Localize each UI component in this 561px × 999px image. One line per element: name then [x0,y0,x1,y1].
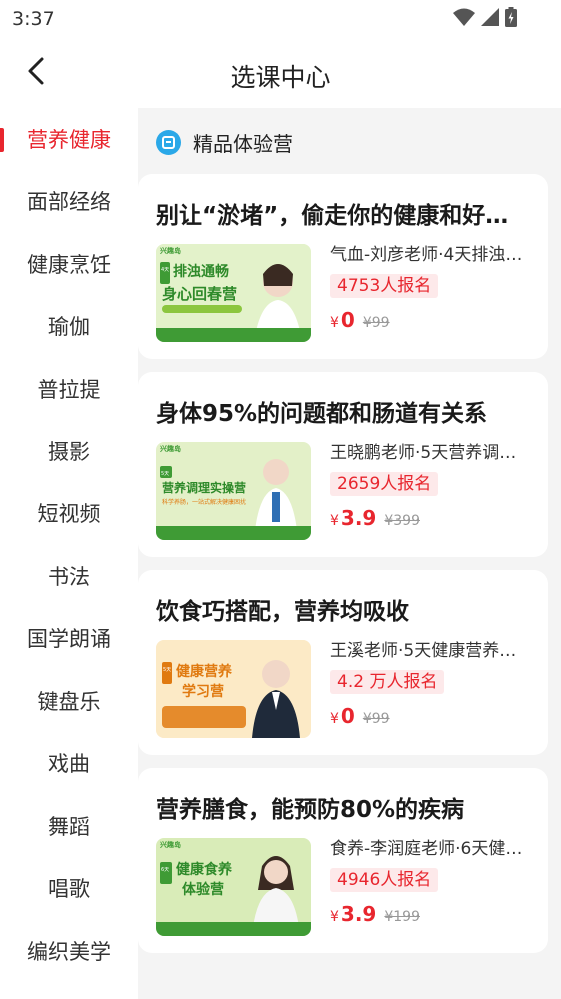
thumb-line2: 学习营 [182,683,224,700]
course-thumbnail: 5天 健康营养 学习营 [156,640,311,738]
wifi-icon [453,7,475,31]
enroll-count-badge: 4946人报名 [330,868,439,892]
category-sidebar: 营养健康 面部经络 健康烹饪 瑜伽 普拉提 摄影 短视频 书法 国学朗诵 键盘乐… [0,108,138,999]
price-row: ¥ 0 ¥99 [330,704,532,728]
currency-symbol: ¥ [330,711,339,727]
enroll-count-badge: 2659人报名 [330,472,439,496]
thumb-badge: 6天 [161,867,169,873]
sidebar-item-singing[interactable]: 唱歌 [0,857,138,919]
sidebar-item-label: 书法 [48,565,90,589]
current-price: 3.9 [340,902,377,926]
sidebar-item-opera[interactable]: 戏曲 [0,732,138,794]
thumb-line1: 营养调理实操营 [162,480,246,495]
card-title: 身体95%的问题都和肠道有关系 [156,401,488,427]
original-price: ¥99 [362,315,390,331]
course-info: 王晓鹏老师·5天营养调理实操营 2659人报名 ¥ 3.9 ¥399 [330,442,532,530]
sidebar-item-label: 营养健康 [27,128,111,152]
sidebar-item-dance[interactable]: 舞蹈 [0,795,138,857]
sidebar-item-label: 国学朗诵 [27,627,111,651]
original-price: ¥99 [362,711,390,727]
course-thumbnail: 兴趣岛 5天 营养调理实操营 科学养肠，一站式解决健康困扰 [156,442,311,540]
price-row: ¥ 3.9 ¥199 [330,902,532,926]
sidebar-item-calligraphy[interactable]: 书法 [0,545,138,607]
status-time: 3:37 [12,8,55,30]
thumb-badge: 5天 [161,471,169,477]
sidebar-item-pilates[interactable]: 普拉提 [0,358,138,420]
currency-symbol: ¥ [330,513,339,529]
signal-icon [481,7,499,31]
sidebar-item-label: 短视频 [37,502,101,526]
sidebar-item-healthy-cooking[interactable]: 健康烹饪 [0,233,138,295]
course-card[interactable]: 身体95%的问题都和肠道有关系 兴趣岛 5天 营养调理实操营 科学养肠，一站式解… [138,372,548,557]
original-price: ¥399 [384,513,420,529]
course-list: 精品体验营 别让“淤堵”，偷走你的健康和好气色 兴趣岛 4天 排浊通畅 身心回春… [138,108,561,999]
course-thumbnail: 兴趣岛 4天 排浊通畅 身心回春营 [156,244,311,342]
sidebar-item-label: 瑜伽 [48,315,90,339]
original-price: ¥199 [384,909,420,925]
course-info: 王溪老师·5天健康营养学习营 4.2 万人报名 ¥ 0 ¥99 [330,640,532,728]
course-name: 食养-李润庭老师·6天健康食养体验营 [330,839,532,859]
course-card[interactable]: 营养膳食，能预防80%的疾病 兴趣岛 6天 健康食养 体验营 食养-李润庭老师·… [138,768,548,953]
enroll-count-badge: 4753人报名 [330,274,439,298]
sidebar-item-label: 编织美学 [27,940,111,964]
sidebar-item-label: 面部经络 [27,190,111,214]
thumb-line2: 科学养肠，一站式解决健康困扰 [162,498,246,506]
camp-icon [156,130,181,155]
current-price: 3.9 [340,506,377,530]
sidebar-item-label: 普拉提 [37,378,101,402]
battery-icon [505,7,517,31]
sidebar-item-label: 键盘乐 [37,690,101,714]
thumb-line1: 排浊通畅 [173,263,229,280]
sidebar-item-label: 舞蹈 [48,815,90,839]
status-icons [453,7,517,31]
currency-symbol: ¥ [330,315,339,331]
header: 选课中心 [0,38,561,108]
sidebar-item-label: 摄影 [48,440,90,464]
course-card[interactable]: 别让“淤堵”，偷走你的健康和好气色 兴趣岛 4天 排浊通畅 身心回春营 气血-刘… [138,174,548,359]
price-row: ¥ 3.9 ¥399 [330,506,532,530]
thumb-brand: 兴趣岛 [160,840,181,849]
course-card[interactable]: 饮食巧搭配，营养均吸收 5天 健康营养 学习营 王溪老师·5天健康营养学习营 4… [138,570,548,755]
current-price: 0 [340,308,355,332]
sidebar-item-face-meridian[interactable]: 面部经络 [0,170,138,232]
card-title: 营养膳食，能预防80%的疾病 [156,797,465,823]
section-header: 精品体验营 [156,128,293,157]
current-price: 0 [340,704,355,728]
sidebar-item-nutrition[interactable]: 营养健康 [0,108,138,170]
thumb-line1: 健康食养 [176,861,233,878]
sidebar-item-label: 唱歌 [48,877,90,901]
sidebar-item-yoga[interactable]: 瑜伽 [0,295,138,357]
thumb-line2: 体验营 [182,881,224,898]
sidebar-item-label: 戏曲 [48,752,90,776]
thumb-badge: 4天 [161,267,169,273]
currency-symbol: ¥ [330,909,339,925]
card-title: 别让“淤堵”，偷走你的健康和好气色 [156,203,530,229]
course-info: 气血-刘彦老师·4天排浊通畅身心回春营 4753人报名 ¥ 0 ¥99 [330,244,532,332]
course-name: 气血-刘彦老师·4天排浊通畅身心回春营 [330,245,532,265]
thumb-badge: 5天 [163,667,171,673]
sidebar-item-label: 健康烹饪 [27,253,111,277]
course-name: 王溪老师·5天健康营养学习营 [330,641,532,661]
thumb-line2: 身心回春营 [162,285,237,303]
course-info: 食养-李润庭老师·6天健康食养体验营 4946人报名 ¥ 3.9 ¥199 [330,838,532,926]
thumb-brand: 兴趣岛 [160,444,181,453]
enroll-count-badge: 4.2 万人报名 [330,670,445,694]
sidebar-item-knitting[interactable]: 编织美学 [0,920,138,982]
page-title: 选课中心 [230,63,331,92]
thumb-line1: 健康营养 [176,663,233,680]
sidebar-item-keyboard[interactable]: 键盘乐 [0,670,138,732]
card-title: 饮食巧搭配，营养均吸收 [156,599,409,625]
course-name: 王晓鹏老师·5天营养调理实操营 [330,443,532,463]
sidebar-item-short-video[interactable]: 短视频 [0,482,138,544]
sidebar-item-photography[interactable]: 摄影 [0,420,138,482]
price-row: ¥ 0 ¥99 [330,308,532,332]
sidebar-item-recitation[interactable]: 国学朗诵 [0,607,138,669]
section-title: 精品体验营 [193,132,293,156]
status-bar: 3:37 [0,0,561,38]
course-thumbnail: 兴趣岛 6天 健康食养 体验营 [156,838,311,936]
thumb-brand: 兴趣岛 [160,246,181,255]
